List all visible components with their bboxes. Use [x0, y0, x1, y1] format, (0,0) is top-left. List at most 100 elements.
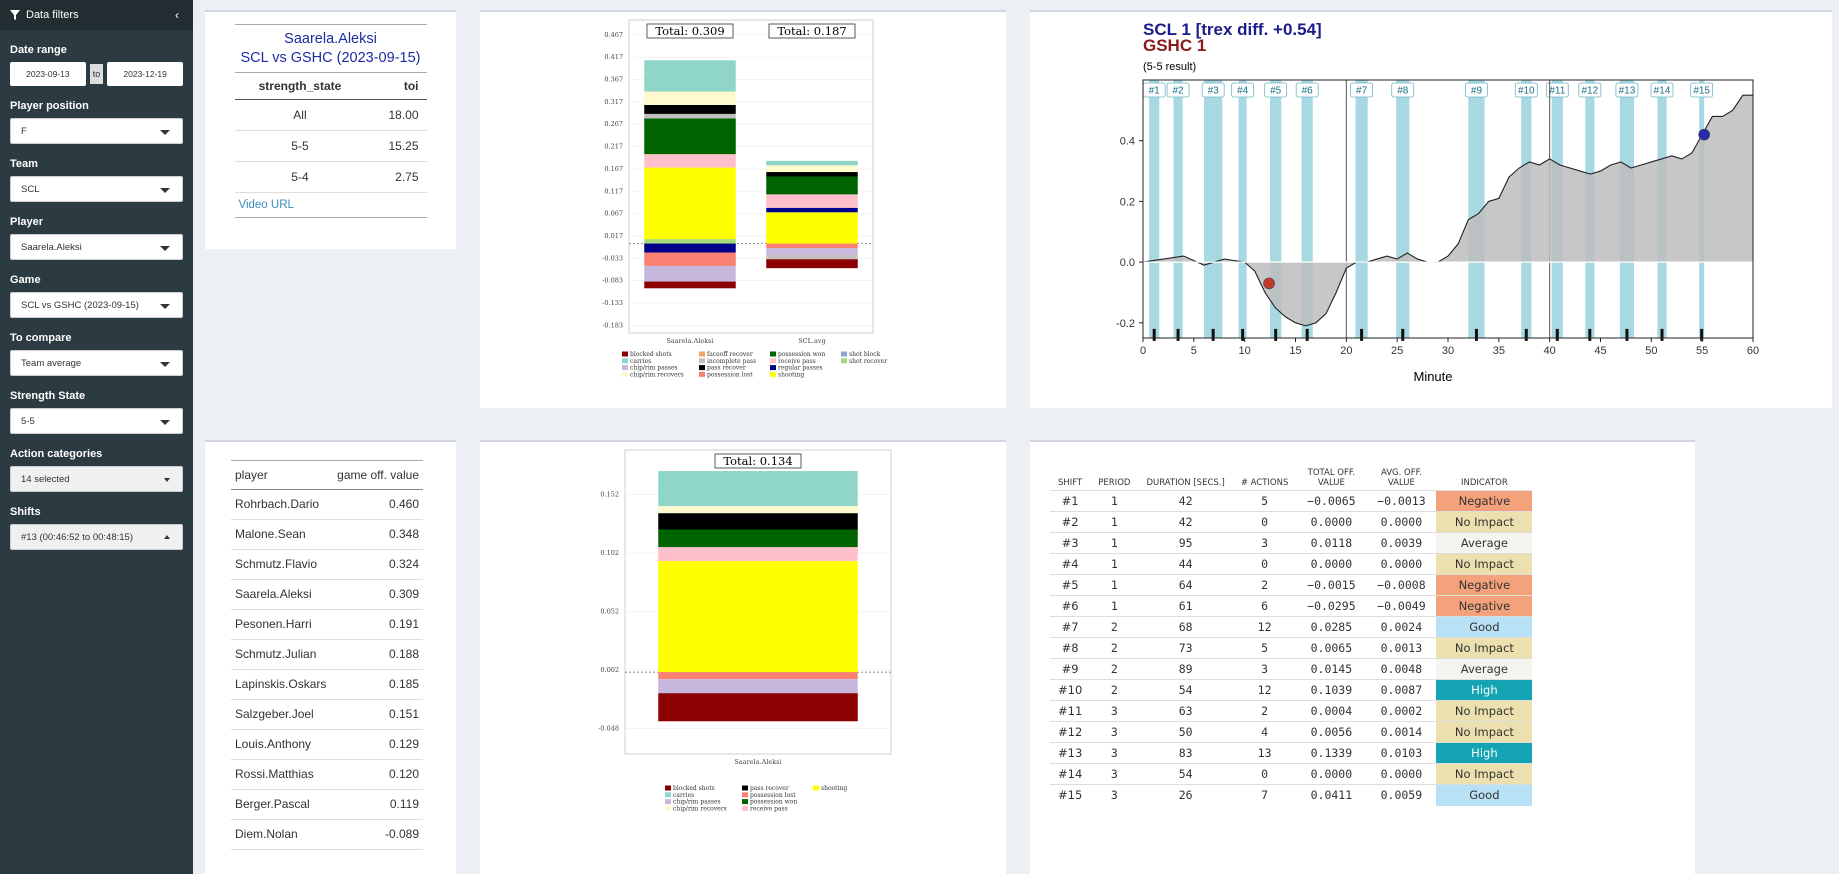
- period-cell: 1: [1090, 490, 1139, 512]
- caret-down-icon: [160, 304, 170, 309]
- player-header: player: [231, 460, 332, 490]
- total-value-cell: 0.0411: [1296, 784, 1367, 806]
- bar-segment: [766, 176, 858, 195]
- shift-table-panel: SHIFT PERIOD DURATION [SECS.] # ACTIONS TOTA…: [1030, 440, 1695, 874]
- duration-cell: 44: [1138, 553, 1233, 575]
- shift-table-header: DURATION [SECS.]: [1146, 478, 1225, 488]
- total-label: Total: 0.187: [777, 24, 846, 38]
- shifts-label: Shifts: [10, 506, 41, 518]
- player-position-select[interactable]: F: [10, 118, 183, 144]
- y-tick-label: 0.217: [604, 143, 623, 151]
- legend-label: chip/rim recovers: [630, 371, 684, 378]
- table-row: #8 2 73 5 0.0065 0.0013 No Impact: [1050, 637, 1533, 659]
- shift-marker: [1700, 328, 1704, 341]
- indicator-cell: Good: [1436, 784, 1533, 806]
- total-value-cell: 0.1039: [1296, 679, 1367, 701]
- game-flow-chart: SCL 1 [trex diff. +0.54]GSHC 1(5-5 resul…: [1116, 20, 1759, 384]
- shift-band: [1396, 80, 1410, 338]
- actions-cell: 3: [1232, 658, 1297, 680]
- legend-swatch: [699, 371, 705, 377]
- to-compare-label: To compare: [10, 332, 72, 344]
- avg-value-cell: −0.0049: [1366, 595, 1437, 617]
- actions-cell: 0: [1232, 511, 1297, 533]
- caret-down-icon: [160, 362, 170, 367]
- player-label: Player: [10, 216, 44, 228]
- chevron-left-icon[interactable]: ‹: [175, 8, 179, 22]
- summary-player-title: Saarela.Aleksi: [284, 31, 377, 47]
- avg-value-cell: 0.0087: [1366, 679, 1437, 701]
- game-label: Game: [10, 274, 41, 286]
- team-label: Team: [10, 158, 38, 170]
- table-row: #2 1 42 0 0.0000 0.0000 No Impact: [1050, 511, 1533, 533]
- summary-game-title: SCL vs GSHC (2023-09-15): [240, 50, 421, 66]
- bar-segment: [644, 104, 736, 114]
- action-categories-select[interactable]: 14 selected: [10, 466, 183, 492]
- team-select[interactable]: SCL: [10, 176, 183, 202]
- y-tick-label: 0.317: [604, 98, 623, 106]
- bar-segment: [644, 252, 736, 266]
- avg-value-cell: 0.0059: [1366, 784, 1437, 806]
- y-tick-label: -0.183: [602, 321, 623, 329]
- table-row: #6 1 61 6 −0.0295 −0.0049 Negative: [1050, 595, 1533, 617]
- period-cell: 2: [1090, 658, 1139, 680]
- period-cell: 3: [1090, 742, 1139, 764]
- bar-segment: [658, 547, 858, 562]
- actions-cell: 5: [1232, 637, 1297, 659]
- shift-band: [1238, 80, 1247, 338]
- legend-swatch: [665, 792, 671, 798]
- sidebar-title: Data filters: [26, 9, 79, 21]
- shift-band: [1355, 80, 1368, 338]
- caret-down-icon: [164, 478, 170, 482]
- team-value: SCL: [21, 183, 40, 195]
- player-select[interactable]: Saarela.Aleksi: [10, 234, 183, 260]
- avg-value-cell: 0.0000: [1366, 763, 1437, 785]
- shift-marker: [1274, 328, 1278, 341]
- strength-cell: 5-4: [234, 161, 366, 192]
- table-row: #15 3 26 7 0.0411 0.0059 Good: [1050, 784, 1533, 806]
- date-from-input[interactable]: 2023-09-13: [10, 62, 86, 86]
- legend-swatch: [622, 371, 628, 377]
- player-name-cell: Lapinskis.Oskars: [231, 669, 332, 700]
- total-value-cell: 0.0004: [1296, 700, 1367, 722]
- shift-tag-label: #10: [1518, 86, 1535, 97]
- bar-segment: [766, 254, 858, 260]
- indicator-cell: No Impact: [1436, 511, 1533, 533]
- period-cell: 1: [1090, 574, 1139, 596]
- table-row: Schmutz.Julian 0.188: [231, 639, 423, 670]
- shift-id-cell: #15: [1050, 784, 1091, 806]
- indicator-cell: Average: [1436, 532, 1533, 554]
- date-to-input[interactable]: 2023-12-19: [107, 62, 184, 86]
- home-goal-marker: [1698, 128, 1711, 141]
- bar-segment: [644, 60, 736, 92]
- legend-swatch: [742, 805, 748, 811]
- x-tick-label: 55: [1696, 345, 1708, 357]
- game-select[interactable]: SCL vs GSHC (2023-09-15): [10, 292, 183, 318]
- strength-state-select[interactable]: 5-5: [10, 408, 183, 434]
- bar-segment: [658, 693, 858, 722]
- duration-cell: 63: [1138, 700, 1233, 722]
- shift-table-header: PERIOD: [1098, 478, 1131, 488]
- shift-id-cell: #6: [1050, 595, 1091, 617]
- indicator-cell: Negative: [1436, 595, 1533, 617]
- shifts-select[interactable]: #13 (00:46:52 to 00:48:15): [10, 524, 183, 550]
- legend-swatch: [770, 371, 776, 377]
- legend-swatch: [770, 351, 776, 357]
- table-row: Rohrbach.Dario 0.460: [231, 489, 423, 520]
- legend-swatch: [622, 365, 628, 371]
- to-compare-select[interactable]: Team average: [10, 350, 183, 376]
- shift-id-cell: #9: [1050, 658, 1091, 680]
- table-row: #4 1 44 0 0.0000 0.0000 No Impact: [1050, 553, 1533, 575]
- subtitle: (5-5 result): [1143, 61, 1196, 73]
- table-row: #12 3 50 4 0.0056 0.0014 No Impact: [1050, 721, 1533, 743]
- actions-cell: 2: [1232, 574, 1297, 596]
- total-value-cell: 0.0000: [1296, 763, 1367, 785]
- video-url-link[interactable]: Video URL: [234, 192, 427, 218]
- bar-segment: [766, 248, 858, 255]
- action-categories-label: Action categories: [10, 448, 103, 460]
- shift-tag-label: #3: [1208, 86, 1220, 97]
- shift-table-header: TOTAL OFF. VALUE: [1307, 468, 1356, 488]
- y-tick-label: 0.017: [604, 232, 623, 240]
- avg-value-cell: 0.0048: [1366, 658, 1437, 680]
- summary-panel: Saarela.Aleksi SCL vs GSHC (2023-09-15) …: [205, 10, 456, 249]
- y-tick-label: 0.267: [604, 120, 623, 128]
